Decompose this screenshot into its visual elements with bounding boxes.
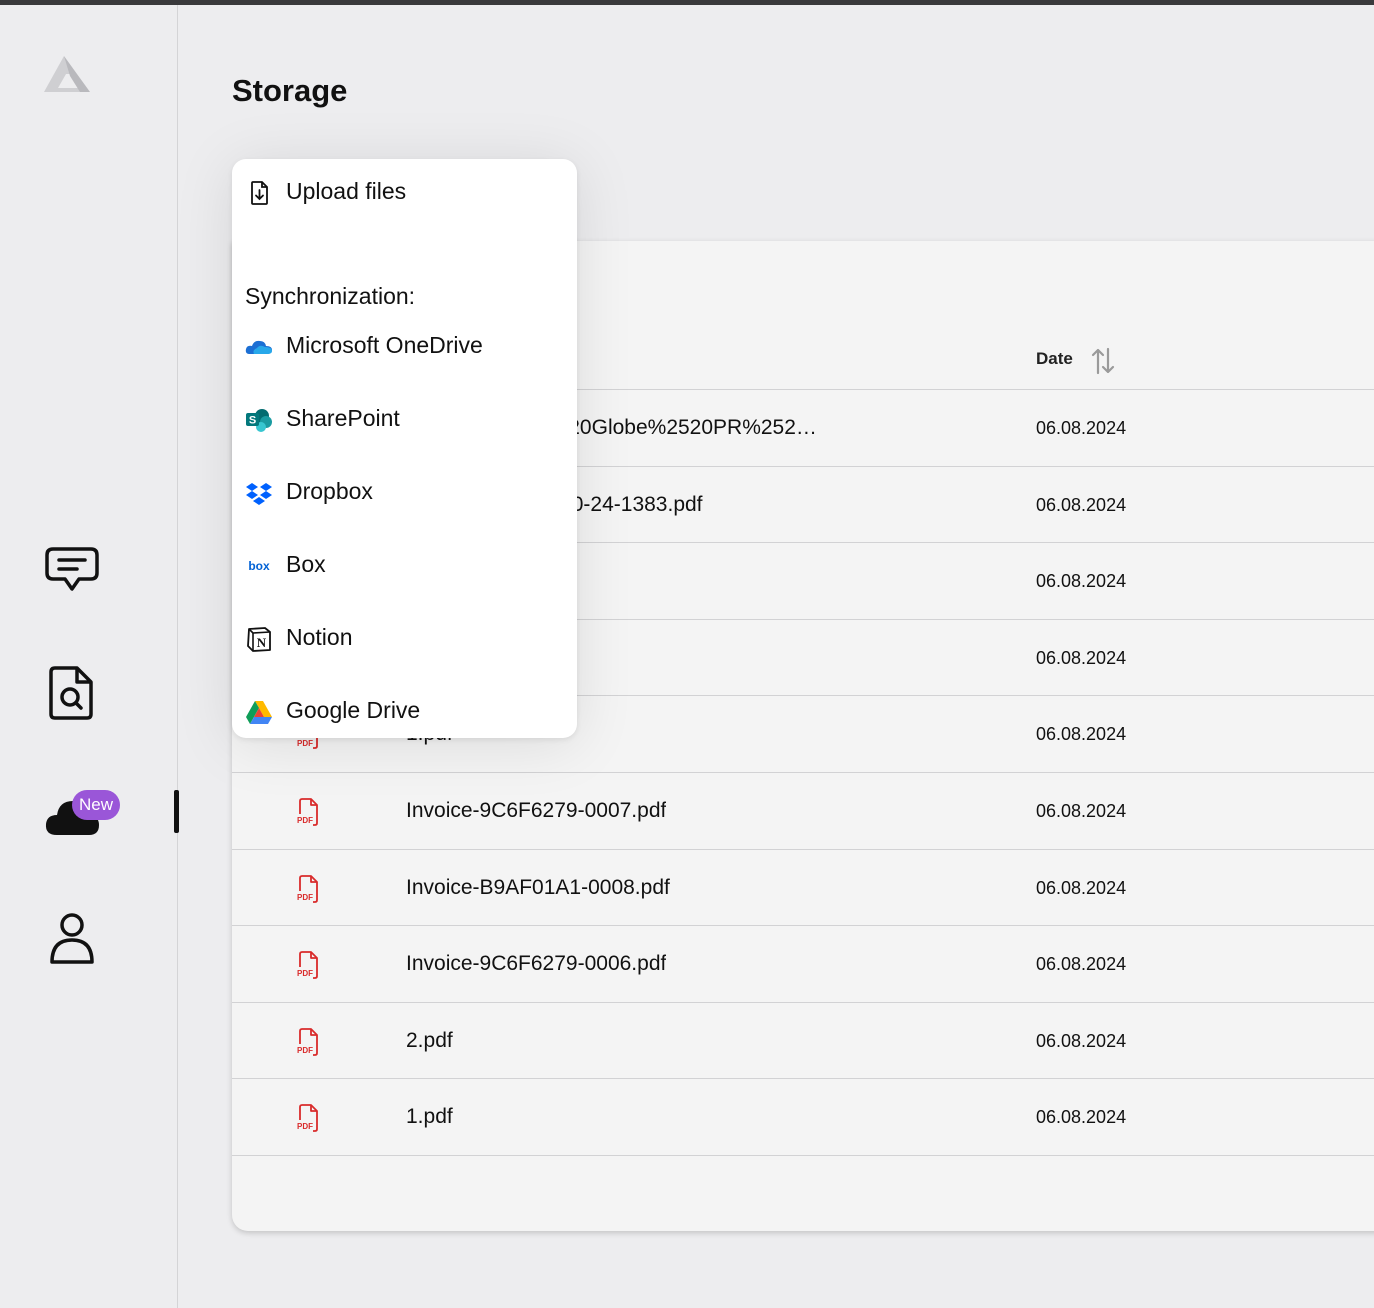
svg-text:PDF: PDF [297,969,313,978]
date-column-header[interactable]: Date [1036,349,1073,369]
file-date: 06.08.2024 [1036,1030,1127,1051]
file-date: 06.08.2024 [1036,494,1127,515]
provider-label: SharePoint [286,405,400,431]
file-name: Invoice-9C6F6279-0007.pdf [406,799,667,822]
svg-text:PDF: PDF [297,1046,313,1055]
notion-icon: N [247,627,271,652]
provider-label: Box [286,551,326,577]
pdf-file-icon: PDF [297,798,318,826]
file-date: 06.08.2024 [1036,724,1127,745]
file-date: 06.08.2024 [1036,647,1127,668]
app-logo-icon[interactable] [40,48,94,96]
file-date: 06.08.2024 [1036,571,1127,592]
user-icon[interactable] [43,908,101,966]
provider-label: Dropbox [286,478,373,504]
svg-text:N: N [257,635,267,650]
active-nav-indicator [174,790,179,833]
pdf-file-icon: PDF [297,951,318,980]
file-name: 1.pdf [406,1105,453,1129]
chat-bubble-icon[interactable] [43,543,101,601]
file-date: 06.08.2024 [1036,801,1127,821]
sidebar: New [0,5,179,1308]
sort-arrows-icon[interactable] [1090,347,1116,375]
provider-label: Google Drive [286,697,421,723]
file-date: 06.08.2024 [1036,418,1127,438]
table-row[interactable]: PDF 1.pdf 06.08.2024 [232,1079,1374,1156]
svg-text:box: box [248,559,270,573]
upload-files-item[interactable]: Upload files [232,172,577,212]
upload-files-label: Upload files [286,178,407,204]
file-name: Invoice-B9AF01A1-0008.pdf [406,875,670,899]
synchronization-heading: Synchronization: [245,283,416,309]
pdf-file-icon: PDF [297,1027,318,1056]
page-title: Storage [232,73,348,108]
file-name: 2.pdf [406,1028,453,1052]
provider-google-drive[interactable]: Google Drive [232,691,577,731]
table-row[interactable]: PDF Invoice-9C6F6279-0006.pdf 06.08.2024 [232,926,1374,1003]
provider-onedrive[interactable]: Microsoft OneDrive [232,326,577,366]
pdf-file-icon: PDF [297,1104,318,1133]
file-date: 06.08.2024 [1036,954,1127,975]
upload-file-icon [251,181,268,205]
svg-text:PDF: PDF [297,1122,313,1131]
onedrive-icon [245,340,272,354]
sharepoint-icon: S [246,409,272,432]
window-top-bar [0,0,1374,5]
document-search-icon[interactable] [43,664,101,722]
box-icon: box [248,559,270,573]
provider-sharepoint[interactable]: S SharePoint [232,399,577,439]
svg-text:S: S [249,415,256,427]
table-row[interactable]: PDF 2.pdf 06.08.2024 [232,1003,1374,1080]
file-name: Invoice-9C6F6279-0006.pdf [406,952,667,976]
new-badge: New [72,790,121,820]
provider-box[interactable]: box Box [232,545,577,585]
dropbox-icon [246,483,272,505]
svg-text:PDF: PDF [297,893,313,902]
pdf-file-icon: PDF [297,874,318,903]
file-date: 06.08.2024 [1036,1107,1127,1128]
provider-notion[interactable]: N Notion [232,618,577,658]
svg-text:PDF: PDF [297,816,313,825]
provider-dropbox[interactable]: Dropbox [232,472,577,512]
file-date: 06.08.2024 [1036,877,1127,898]
table-row[interactable]: PDF Invoice-B9AF01A1-0008.pdf 06.08.2024 [232,850,1374,927]
google-drive-icon [246,701,272,724]
add-files-dropdown: Upload files Synchronization: Microsoft … [232,159,577,738]
table-row[interactable]: PDF Invoice-9C6F6279-0007.pdf 06.08.2024 [232,773,1374,850]
provider-label: Notion [286,624,353,650]
provider-label: Microsoft OneDrive [286,332,483,358]
svg-text:PDF: PDF [297,739,313,748]
